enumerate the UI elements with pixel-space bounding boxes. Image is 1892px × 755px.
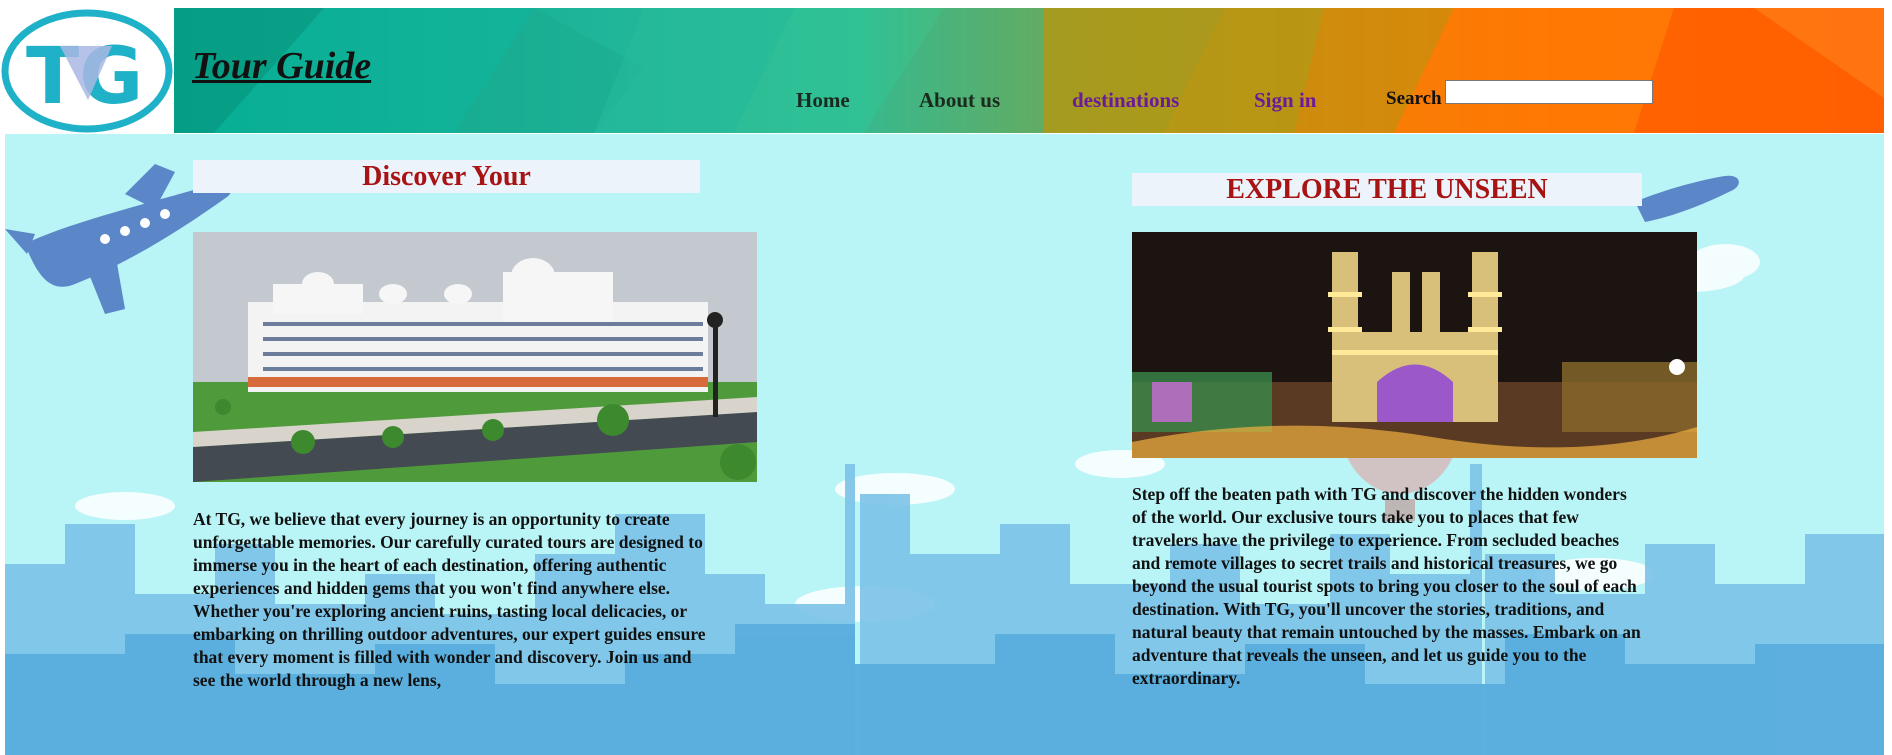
search-input[interactable] xyxy=(1445,80,1653,104)
left-heading-text: Discover Your xyxy=(362,161,531,192)
site-title[interactable]: Tour Guide xyxy=(192,44,371,88)
header-banner: Tour Guide Home About us destinations Si… xyxy=(174,8,1884,133)
right-panel-paragraph: Step off the beaten path with TG and dis… xyxy=(1132,484,1641,688)
charminar-night-image xyxy=(1132,232,1697,458)
right-heading-text: EXPLORE THE UNSEEN xyxy=(1226,174,1548,205)
nav-sign-in[interactable]: Sign in xyxy=(1254,88,1316,113)
tg-logo[interactable]: TG xyxy=(0,8,174,134)
left-panel-heading: Discover Your xyxy=(193,160,700,193)
right-panel-heading: EXPLORE THE UNSEEN xyxy=(1132,173,1642,206)
left-panel-paragraph: At TG, we believe that every journey is … xyxy=(193,509,706,690)
nav-destinations[interactable]: destinations xyxy=(1072,88,1179,113)
main-content: Discover Your At TG, we believe that eve… xyxy=(5,134,1884,755)
nav-home[interactable]: Home xyxy=(796,88,850,113)
nav-about-us[interactable]: About us xyxy=(919,88,1000,113)
government-building-image xyxy=(193,232,757,482)
airplane-icon xyxy=(1635,175,1739,222)
search-label: Search xyxy=(1386,88,1442,109)
